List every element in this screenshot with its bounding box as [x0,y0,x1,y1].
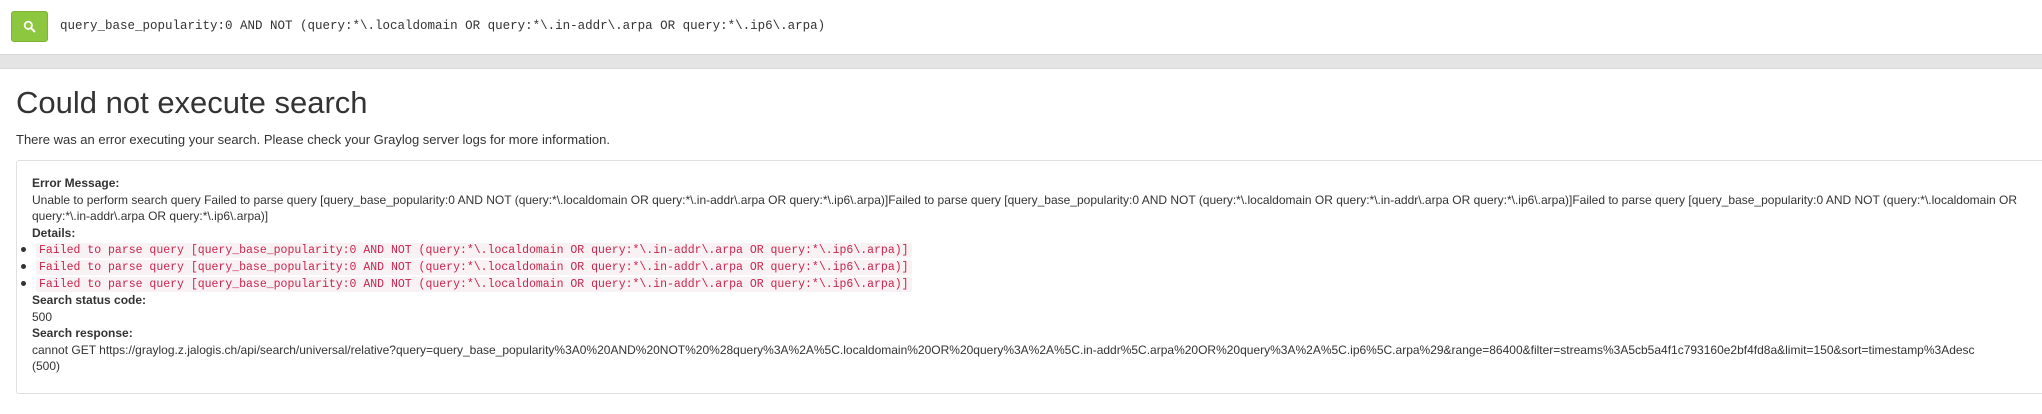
error-details-box: Error Message: Unable to perform search … [16,160,2042,394]
search-icon [23,20,36,33]
error-message-text: Unable to perform search query Failed to… [32,192,2017,224]
search-query-input[interactable] [60,13,2020,39]
status-code-label: Search status code: [32,293,147,307]
search-response-code: (500) [32,359,61,373]
details-list: Failed to parse query [query_base_popula… [17,241,2042,292]
page-title: Could not execute search [16,85,368,120]
status-code-value: 500 [32,309,53,324]
bullet-icon [21,264,26,269]
search-response-label: Search response: [32,326,133,340]
details-list-item: Failed to parse query [query_base_popula… [17,258,2042,275]
search-button[interactable] [11,11,48,42]
search-bar [0,0,2042,55]
details-item-code: Failed to parse query [query_base_popula… [36,277,912,292]
error-panel: Could not execute search There was an er… [0,69,2042,414]
details-item-code: Failed to parse query [query_base_popula… [36,243,912,258]
error-description: There was an error executing your search… [16,132,610,147]
details-label: Details: [32,225,76,240]
details-list-item: Failed to parse query [query_base_popula… [17,241,2042,258]
error-details-content: Error Message: Unable to perform search … [21,175,2042,375]
details-list-item: Failed to parse query [query_base_popula… [17,275,2042,292]
bullet-icon [21,281,26,286]
bullet-icon [21,247,26,252]
error-message-label: Error Message: [32,176,120,190]
details-item-code: Failed to parse query [query_base_popula… [36,260,912,275]
toolbar-divider [0,55,2042,69]
search-response-text: cannot GET https://graylog.z.jalogis.ch/… [32,342,1975,357]
